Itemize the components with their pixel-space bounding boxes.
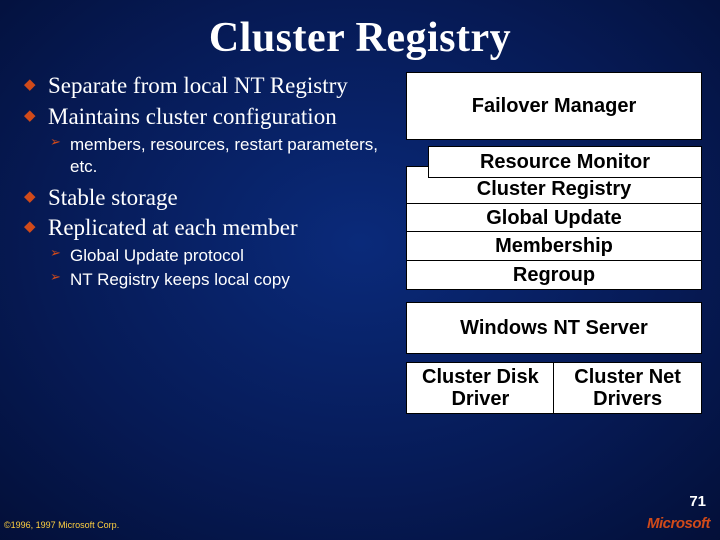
bullet-text: Replicated at each member [48, 215, 298, 240]
diagram-column: Failover Manager Resource Monitor Cluste… [406, 72, 702, 414]
diagram-box-failover: Failover Manager [406, 72, 702, 140]
sub-bullet-item: Global Update protocol [48, 245, 386, 267]
bullet-item: Replicated at each member Global Update … [18, 214, 386, 291]
page-number: 71 [689, 493, 706, 510]
diagram-box-net-drivers: Cluster Net Drivers [553, 362, 702, 414]
bullet-item: Maintains cluster configuration members,… [18, 103, 386, 178]
copyright-text: ©1996, 1997 Microsoft Corp. [4, 520, 119, 530]
diagram-box-regroup: Regroup [406, 260, 702, 290]
diagram-box-resource-monitor: Resource Monitor [428, 146, 702, 178]
sub-bullet-item: members, resources, restart parameters, … [48, 134, 386, 178]
microsoft-logo: Microsoft [647, 515, 710, 532]
bullet-text: Maintains cluster configuration [48, 104, 337, 129]
diagram-box-global-update: Global Update [406, 203, 702, 233]
diagram-box-windows-nt: Windows NT Server [406, 302, 702, 354]
diagram-box-membership: Membership [406, 231, 702, 261]
diagram-box-disk-driver: Cluster Disk Driver [406, 362, 555, 414]
diagram-bottom-row: Cluster Disk Driver Cluster Net Drivers [406, 362, 702, 414]
bullet-item: Separate from local NT Registry [18, 72, 386, 101]
bullet-item: Stable storage [18, 184, 386, 213]
content-area: Separate from local NT Registry Maintain… [0, 62, 720, 414]
slide-title: Cluster Registry [0, 0, 720, 62]
sub-bullet-item: NT Registry keeps local copy [48, 269, 386, 291]
bullet-column: Separate from local NT Registry Maintain… [18, 72, 386, 414]
